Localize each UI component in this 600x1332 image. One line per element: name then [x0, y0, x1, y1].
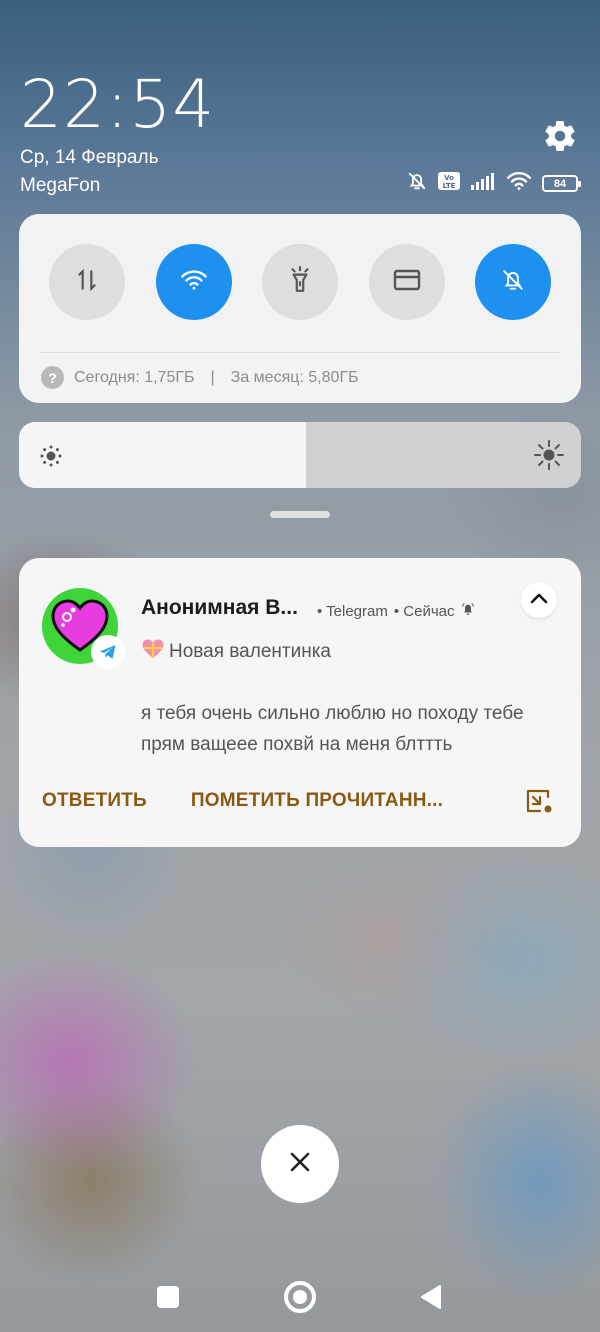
telegram-notification[interactable]: Анонимная В... • Telegram • Сейчас Новая…: [19, 558, 581, 847]
flashlight-toggle[interactable]: [262, 244, 338, 320]
mute-icon: [500, 267, 526, 298]
battery-icon: 84: [542, 175, 581, 192]
usage-today: Сегодня: 1,75ГБ: [74, 368, 195, 386]
flashlight-icon: [287, 265, 313, 299]
notification-subtitle: Новая валентинка: [141, 638, 331, 666]
drag-handle[interactable]: [270, 511, 330, 518]
data-usage-row[interactable]: ? Сегодня: 1,75ГБ | За месяц: 5,80ГБ: [41, 366, 359, 389]
back-triangle-icon: [420, 1285, 442, 1314]
notification-meta: • Telegram • Сейчас: [317, 601, 476, 621]
svg-text:Vo: Vo: [444, 174, 454, 182]
brightness-low-icon: [39, 444, 63, 473]
card-toggle[interactable]: [368, 244, 445, 320]
mark-read-button[interactable]: ПОМЕТИТЬ ПРОЧИТАНН...: [191, 790, 443, 812]
usage-month: За месяц: 5,80ГБ: [230, 368, 359, 386]
heart-gift-icon: [141, 638, 165, 666]
notification-time: • Сейчас: [393, 602, 455, 620]
notification-actions: ОТВЕТИТЬ ПОМЕТИТЬ ПРОЧИТАНН...: [42, 790, 443, 812]
brightness-slider[interactable]: [19, 422, 581, 488]
quick-settings-panel: ? Сегодня: 1,75ГБ | За месяц: 5,80ГБ: [19, 214, 581, 403]
floating-window-button[interactable]: [524, 787, 554, 820]
clear-notifications-button[interactable]: [261, 1125, 339, 1203]
mobile-data-icon: [74, 267, 100, 298]
telegram-badge-icon: [91, 635, 125, 669]
status-bar-icons: Vo LTE 84: [406, 170, 581, 197]
notification-subtitle-text: Новая валентинка: [169, 641, 332, 662]
alarm-bell-icon: [460, 601, 476, 621]
mute-bell-icon: [406, 170, 428, 197]
close-icon: [289, 1151, 311, 1178]
notification-app: • Telegram: [317, 602, 388, 620]
reply-button[interactable]: ОТВЕТИТЬ: [42, 790, 147, 812]
mute-toggle[interactable]: [475, 244, 551, 320]
home-button[interactable]: [284, 1281, 316, 1313]
wifi-icon: [180, 268, 208, 297]
floating-window-icon: [524, 789, 554, 819]
svg-text:LTE: LTE: [443, 182, 456, 190]
wifi-status-icon: [506, 171, 532, 196]
settings-gear-icon[interactable]: [542, 118, 578, 154]
divider: [39, 352, 561, 353]
date-label: Ср, 14 Февраль: [20, 147, 159, 168]
volte-icon: Vo LTE: [438, 172, 460, 195]
notification-title: Анонимная В...: [141, 596, 298, 619]
notification-message: я тебя очень сильно люблю но походу тебе…: [141, 703, 524, 755]
clock: 22:54: [20, 66, 216, 143]
collapse-button[interactable]: [521, 582, 557, 618]
chevron-up-icon: [529, 591, 549, 610]
brightness-high-icon: [533, 439, 565, 476]
recents-button[interactable]: [157, 1286, 179, 1308]
signal-icon: [470, 172, 496, 195]
mobile-data-toggle[interactable]: [49, 244, 125, 320]
quick-settings-tiles: [49, 244, 551, 320]
usage-separator: |: [210, 368, 215, 386]
carrier-label: MegaFon: [20, 175, 101, 196]
card-icon: [393, 269, 421, 296]
back-button[interactable]: [420, 1284, 442, 1315]
wifi-toggle[interactable]: [155, 244, 232, 320]
help-icon: ?: [41, 366, 64, 389]
